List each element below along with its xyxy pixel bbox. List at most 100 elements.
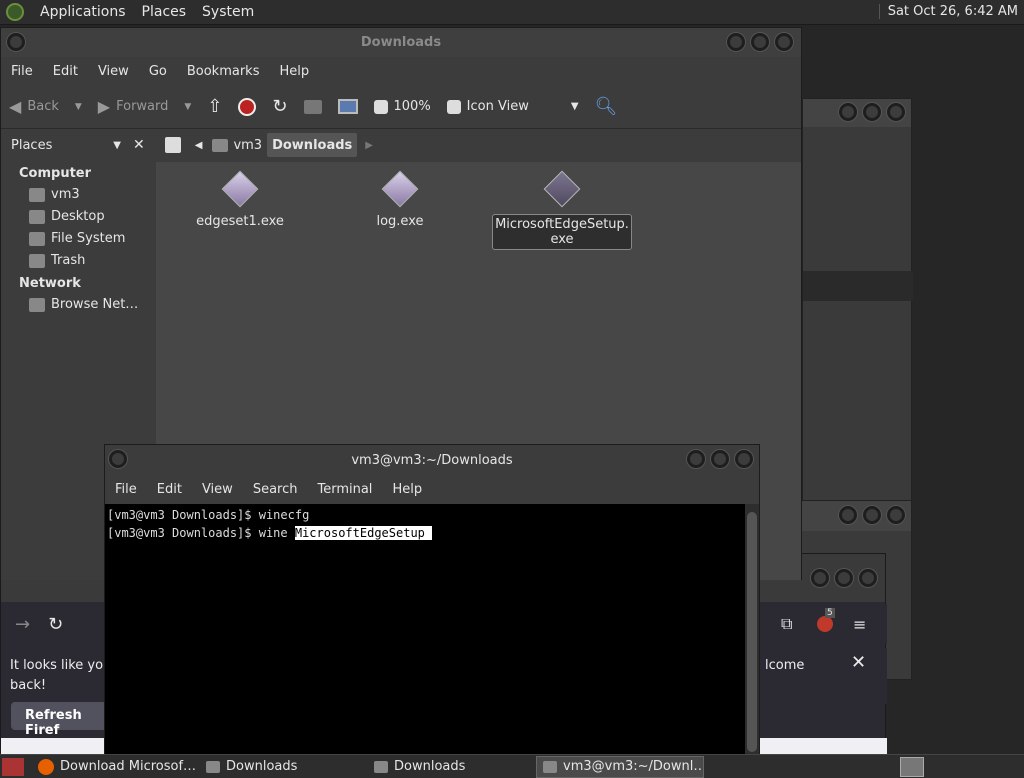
distro-logo-icon[interactable] [6,3,24,21]
scrollbar-thumb[interactable] [747,512,757,752]
menu-file[interactable]: File [1,64,43,79]
top-panel: Applications Places System Sat Oct 26, 6… [0,0,1024,25]
window-titlebar[interactable]: vm3@vm3:~/Downloads [105,445,759,475]
background-window[interactable] [802,98,913,508]
menu-go[interactable]: Go [139,64,177,79]
maximize-button[interactable] [751,33,769,51]
menu-edit[interactable]: Edit [147,482,192,497]
reload-button[interactable]: ↻ [264,96,295,117]
notice-text-1: It looks like you [10,658,112,673]
cursor [424,526,433,540]
crumb-vm3[interactable]: vm3 [228,133,267,157]
terminal-output[interactable]: [vm3@vm3 Downloads]$ winecfg [vm3@vm3 Do… [105,504,747,754]
workspace-switcher-icon[interactable] [900,756,924,777]
drive-icon [29,231,45,246]
sidebar-item-filesystem[interactable]: File System [1,228,155,250]
back-label: Back [27,99,59,114]
close-button[interactable] [735,450,753,468]
computer-icon [337,99,358,114]
close-sidebar-icon[interactable]: ✕ [133,137,145,153]
close-button[interactable] [887,506,905,524]
computer-button[interactable] [330,99,366,114]
file-item[interactable]: edgeset1.exe [170,162,310,229]
window-menu-button[interactable] [109,450,127,468]
stop-button[interactable] [230,97,264,116]
reload-icon: ↻ [272,96,288,117]
firefox-icon [38,758,54,775]
menu-help[interactable]: Help [382,482,432,497]
file-name: MicrosoftEdgeSetup.exe [492,214,632,250]
minimize-button[interactable] [811,569,829,587]
sidebar-item-trash[interactable]: Trash [1,250,155,272]
file-item-selected[interactable]: MicrosoftEdgeSetup.exe [492,162,632,250]
terminal-window[interactable]: vm3@vm3:~/Downloads File Edit View Searc… [104,444,760,754]
forward-arrow-icon[interactable]: → [15,614,30,635]
file-name: log.exe [376,214,424,229]
minimize-button[interactable] [687,450,705,468]
sidebar-item-browse-network[interactable]: Browse Net… [1,294,155,316]
reload-icon[interactable]: ↻ [48,614,63,635]
maximize-button[interactable] [863,506,881,524]
back-button[interactable]: ◀ Back ▼ [1,97,90,116]
close-icon[interactable]: ✕ [851,652,866,673]
selected-text[interactable]: MicrosoftEdgeSetup [294,526,425,540]
location-bar: Places ▼ ✕ ◀ vm3 Downloads ▶ [1,130,801,160]
crumb-downloads[interactable]: Downloads [267,133,358,157]
places-selector[interactable]: Places ▼ [7,134,125,156]
task-downloads-2[interactable]: Downloads [368,756,536,778]
show-desktop-icon[interactable] [2,757,24,776]
menu-edit[interactable]: Edit [43,64,88,79]
file-item[interactable]: log.exe [330,162,470,229]
clock[interactable]: Sat Oct 26, 6:42 AM [878,4,1018,19]
window-menu-button[interactable] [7,33,25,51]
close-button[interactable] [887,103,905,121]
applications-menu[interactable]: Applications [40,4,126,20]
chevron-down-icon[interactable]: ▼ [184,102,191,112]
window-strip [803,271,913,301]
window-title: vm3@vm3:~/Downloads [351,452,513,468]
sidebar-item-vm3[interactable]: vm3 [1,184,155,206]
minimize-button[interactable] [839,506,857,524]
home-button[interactable] [296,99,330,114]
view-selector[interactable]: Icon View ▼ [439,99,587,114]
chevron-down-icon[interactable]: ▼ [75,102,82,112]
maximize-button[interactable] [863,103,881,121]
refresh-firefox-button[interactable]: Refresh Firef [11,702,111,738]
search-button[interactable]: 🔍︎ [587,96,626,117]
system-menu[interactable]: System [202,4,254,20]
view-mode: Icon View [466,99,529,114]
chevron-down-icon: ▼ [570,101,579,112]
sidebar-item-desktop[interactable]: Desktop [1,206,155,228]
places-menu[interactable]: Places [142,4,187,20]
zoom-out-button[interactable]: 100% [366,99,439,114]
ublock-icon[interactable] [817,616,833,632]
up-button[interactable]: ⇧ [199,96,230,117]
crumb-right-icon[interactable]: ▶ [365,140,373,151]
crumb-left-icon[interactable]: ◀ [195,140,203,151]
hamburger-menu-icon[interactable]: ≡ [853,615,866,634]
task-downloads-1[interactable]: Downloads [200,756,368,778]
menu-file[interactable]: File [105,482,147,497]
extensions-icon[interactable]: ⧉ [781,614,792,634]
scrollbar[interactable] [745,504,759,754]
minimize-button[interactable] [727,33,745,51]
menu-help[interactable]: Help [269,64,319,79]
menu-view[interactable]: View [192,482,243,497]
close-button[interactable] [859,569,877,587]
task-firefox[interactable]: Download Microsof… [32,756,200,778]
minimize-button[interactable] [839,103,857,121]
task-label: Download Microsof… [60,759,197,774]
menu-bookmarks[interactable]: Bookmarks [177,64,270,79]
close-button[interactable] [775,33,793,51]
task-terminal[interactable]: vm3@vm3:~/Downl… [536,755,704,778]
maximize-button[interactable] [711,450,729,468]
menu-view[interactable]: View [88,64,139,79]
home-icon [29,187,45,202]
edit-location-icon[interactable] [164,137,181,153]
menu-search[interactable]: Search [243,482,308,497]
menu-terminal[interactable]: Terminal [307,482,382,497]
forward-button[interactable]: ▶ Forward ▼ [90,97,200,116]
maximize-button[interactable] [835,569,853,587]
notice-text-2: back! [10,678,47,693]
window-titlebar[interactable]: Downloads [1,28,801,57]
